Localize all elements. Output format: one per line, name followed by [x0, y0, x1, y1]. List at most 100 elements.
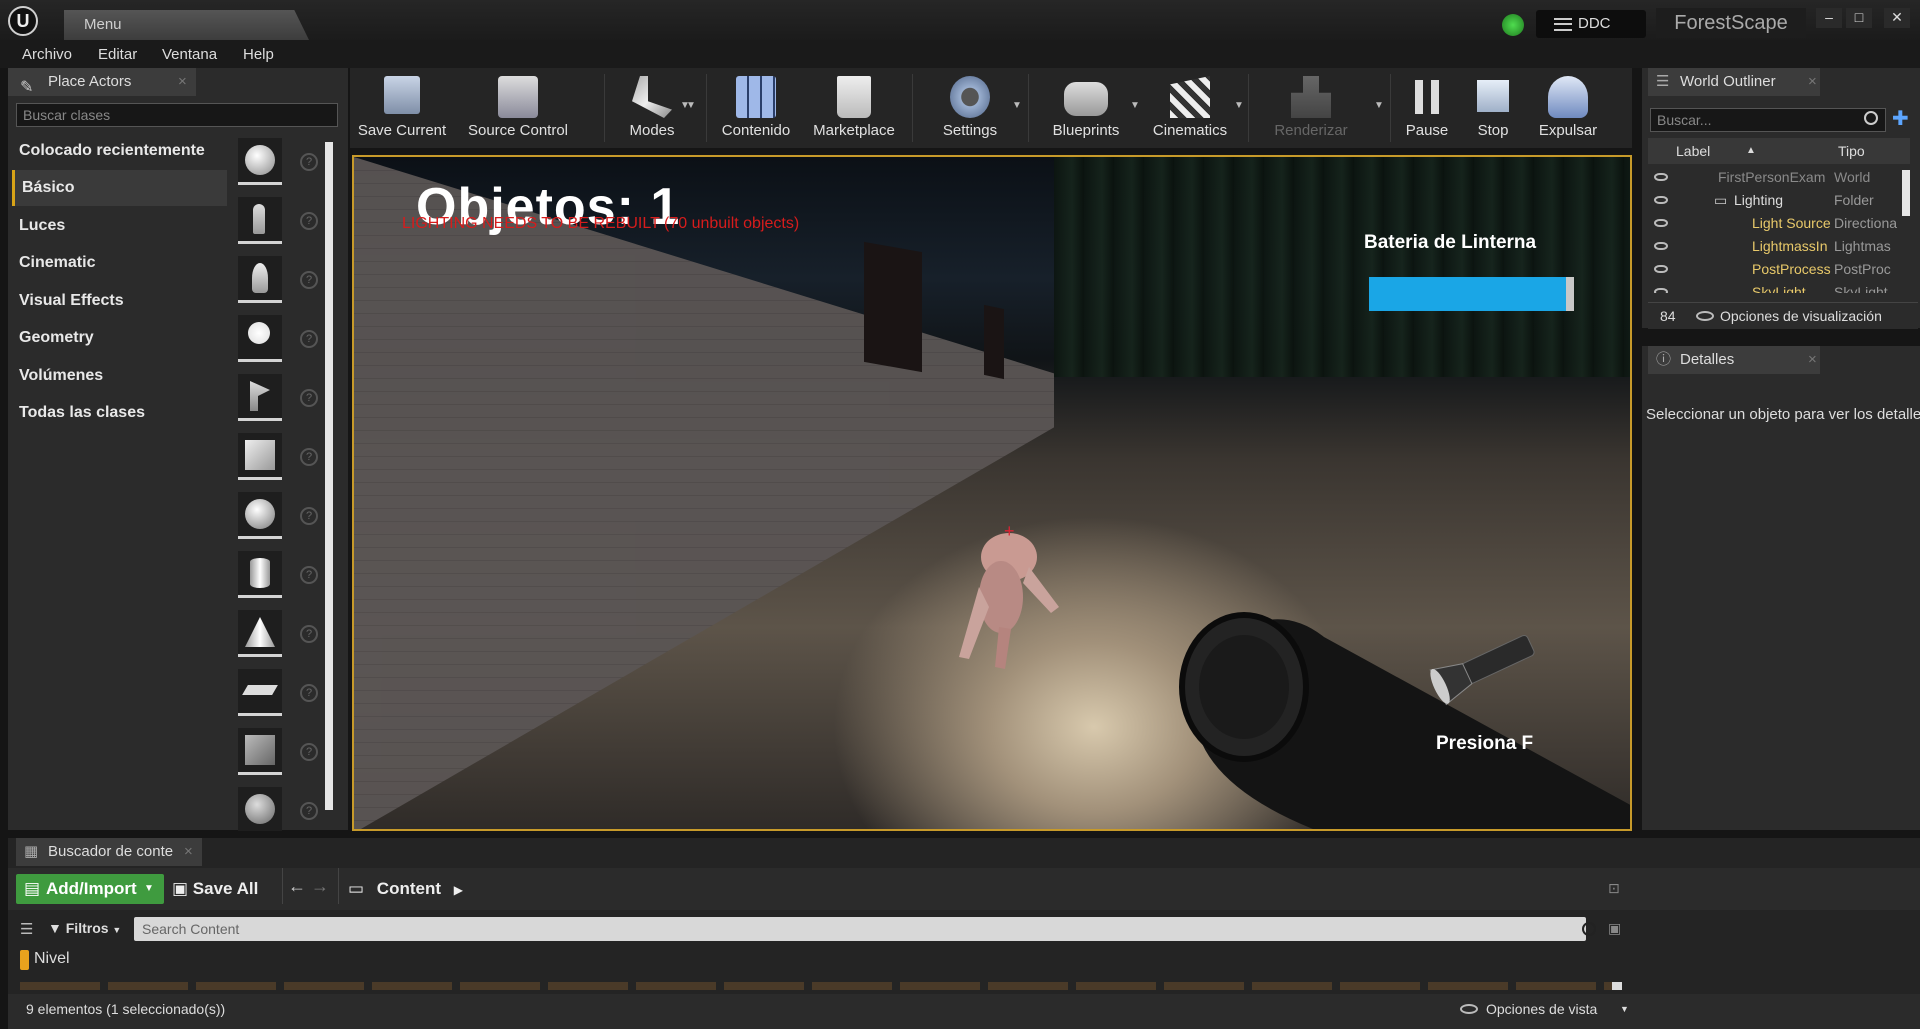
actor-sphere-icon[interactable]: [238, 138, 282, 185]
actor-player-start-icon[interactable]: [238, 374, 282, 421]
tab-close-icon[interactable]: ×: [178, 68, 187, 96]
help-icon[interactable]: ?: [300, 566, 318, 584]
left-panel-scrollbar[interactable]: [325, 142, 333, 810]
col-type-header[interactable]: Tipo: [1838, 138, 1865, 164]
visibility-eye-icon[interactable]: [1654, 288, 1668, 293]
category-all-classes[interactable]: Todas las clases: [12, 395, 227, 431]
actor-cylinder-icon[interactable]: [238, 551, 282, 598]
close-button[interactable]: ✕: [1884, 8, 1910, 28]
category-geometry[interactable]: Geometry: [12, 320, 227, 356]
category-volumenes[interactable]: Volúmenes: [12, 358, 227, 394]
stop-button[interactable]: Stop: [1462, 68, 1524, 148]
category-recent[interactable]: Colocado recientemente: [12, 133, 227, 169]
save-all-button[interactable]: ▣ Save All: [172, 874, 258, 904]
actor-pawn-icon[interactable]: [238, 256, 282, 303]
outliner-row[interactable]: LightmassIn Lightmas: [1648, 235, 1910, 258]
outliner-row[interactable]: PostProcess PostProc: [1648, 258, 1910, 281]
sort-asc-icon[interactable]: ▲: [1746, 138, 1756, 164]
eject-button[interactable]: Expulsar: [1528, 68, 1608, 148]
outliner-row[interactable]: FirstPersonExam World: [1648, 166, 1910, 189]
menu-editar[interactable]: Editar: [98, 40, 137, 70]
pause-button[interactable]: Pause: [1396, 68, 1458, 148]
asset-scrollbar[interactable]: [1612, 982, 1622, 990]
save-search-icon[interactable]: ▣: [1608, 920, 1621, 937]
help-icon[interactable]: ?: [300, 743, 318, 761]
tab-close-icon[interactable]: ×: [184, 838, 193, 866]
menu-help[interactable]: Help: [243, 40, 274, 70]
breadcrumb-arrow-icon[interactable]: ▶: [454, 883, 463, 897]
help-icon[interactable]: ?: [300, 153, 318, 171]
dropdown-arrow-icon[interactable]: ▼: [1234, 100, 1244, 111]
help-icon[interactable]: ?: [300, 507, 318, 525]
help-icon[interactable]: ?: [300, 212, 318, 230]
filter-chip-nivel[interactable]: Nivel: [34, 950, 70, 968]
minimize-button[interactable]: –: [1816, 8, 1842, 28]
view-options-button[interactable]: Opciones de vista: [1486, 994, 1597, 1024]
visibility-eye-icon[interactable]: [1654, 242, 1668, 250]
outliner-row[interactable]: ▭ Lighting Folder: [1648, 189, 1910, 212]
visibility-eye-icon[interactable]: [1654, 265, 1668, 273]
visibility-eye-icon[interactable]: [1654, 173, 1668, 181]
help-icon[interactable]: ?: [300, 389, 318, 407]
visibility-eye-icon[interactable]: [1654, 219, 1668, 227]
ddc-button[interactable]: DDC: [1536, 10, 1646, 38]
help-icon[interactable]: ?: [300, 271, 318, 289]
save-current-button[interactable]: Save Current: [352, 68, 452, 148]
tab-close-icon[interactable]: ×: [1808, 346, 1817, 374]
search-icon[interactable]: [1864, 111, 1878, 125]
category-basico[interactable]: Básico: [12, 170, 227, 206]
actor-box-trigger-icon[interactable]: [238, 728, 282, 775]
forward-arrow-icon[interactable]: →: [311, 876, 329, 896]
help-icon[interactable]: ?: [300, 448, 318, 466]
search-classes-input[interactable]: Buscar clases: [16, 103, 338, 127]
game-viewport[interactable]: + Objetos: 1 LIGHTING NEEDS TO BE REBUIL…: [352, 155, 1632, 831]
maximize-button[interactable]: □: [1846, 8, 1872, 28]
actor-plane-icon[interactable]: [238, 669, 282, 716]
back-arrow-icon[interactable]: ←: [288, 876, 306, 896]
dropdown-arrow-icon[interactable]: ▼: [1620, 994, 1629, 1024]
dropdown-arrow-icon[interactable]: ▼: [1130, 100, 1140, 111]
outliner-row[interactable]: SkyLight SkyLight: [1648, 281, 1910, 293]
sources-toggle-icon[interactable]: ☰: [20, 920, 33, 938]
help-icon[interactable]: ?: [300, 802, 318, 820]
filters-button[interactable]: ▼ Filtros ▼: [48, 920, 121, 936]
category-luces[interactable]: Luces: [12, 208, 227, 244]
lock-icon[interactable]: ⊡: [1608, 880, 1620, 897]
modes-button[interactable]: Modes ▼: [612, 68, 696, 148]
dropdown-arrow-icon[interactable]: ▼: [1374, 100, 1384, 111]
outliner-search-input[interactable]: Buscar...: [1650, 108, 1886, 132]
content-browser-tab[interactable]: ▦ Buscador de conte ×: [16, 838, 202, 866]
actor-sphere-trigger-icon[interactable]: [238, 787, 282, 831]
outliner-scrollbar[interactable]: [1902, 170, 1910, 216]
dropdown-arrow-icon[interactable]: ▼: [686, 100, 696, 111]
menu-ventana[interactable]: Ventana: [162, 40, 217, 70]
add-actor-pin-icon[interactable]: ✚: [1892, 106, 1909, 131]
actor-sphere-icon[interactable]: [238, 492, 282, 539]
marketplace-button[interactable]: Marketplace: [804, 68, 904, 148]
place-actors-tab[interactable]: ✎ Place Actors ×: [8, 68, 196, 96]
cinematics-button[interactable]: Cinematics ▼: [1140, 68, 1244, 148]
dropdown-arrow-icon[interactable]: ▼: [1012, 100, 1022, 111]
tab-close-icon[interactable]: ×: [1808, 68, 1817, 96]
help-icon[interactable]: ?: [300, 330, 318, 348]
help-icon[interactable]: ?: [300, 625, 318, 643]
menu-archivo[interactable]: Archivo: [22, 40, 72, 70]
outliner-row[interactable]: Light Source Directiona: [1648, 212, 1910, 235]
source-control-button[interactable]: Source Control ▼: [458, 68, 690, 148]
menu-tab[interactable]: Menu: [64, 10, 309, 40]
category-cinematic[interactable]: Cinematic: [12, 245, 227, 281]
blueprints-button[interactable]: Blueprints ▼: [1036, 68, 1140, 148]
actor-cone-icon[interactable]: [238, 610, 282, 657]
actor-cube-icon[interactable]: [238, 433, 282, 480]
settings-button[interactable]: Settings ▼: [920, 68, 1022, 148]
search-icon[interactable]: [1582, 922, 1596, 936]
details-tab[interactable]: ⓘ Detalles ×: [1648, 346, 1820, 374]
actor-character-icon[interactable]: [238, 197, 282, 244]
search-content-input[interactable]: Search Content: [134, 917, 1586, 941]
col-label-header[interactable]: Label: [1676, 138, 1710, 164]
view-options-button[interactable]: Opciones de visualización: [1720, 303, 1882, 329]
actor-point-light-icon[interactable]: [238, 315, 282, 362]
content-button[interactable]: Contenido: [714, 68, 798, 148]
add-import-button[interactable]: ▤ Add/Import ▼: [16, 874, 164, 904]
build-button[interactable]: Renderizar ▼: [1256, 68, 1384, 148]
